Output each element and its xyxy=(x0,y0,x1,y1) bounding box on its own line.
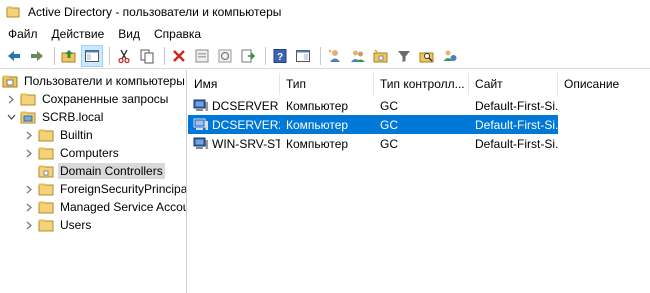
tree-item-label: Users xyxy=(60,218,92,232)
tree-item-foreign-security-principals[interactable]: ForeignSecurityPrincipals xyxy=(24,180,187,198)
tree-item-label: ForeignSecurityPrincipals xyxy=(60,182,187,196)
row-name: DCSERVER xyxy=(212,98,279,113)
column-header-type[interactable]: Тип xyxy=(280,73,374,95)
active-directory-icon xyxy=(6,5,20,19)
table-row[interactable]: DCSERVER Компьютер GC Default-First-Si..… xyxy=(188,96,558,115)
tree-item-label: Computers xyxy=(60,146,119,160)
window-title: Active Directory - пользователи и компью… xyxy=(28,5,282,19)
toolbar-separator xyxy=(265,46,266,65)
row-name: WIN-SRV-ST xyxy=(212,136,280,151)
filter-icon[interactable] xyxy=(394,46,414,66)
menu-file[interactable]: Файл xyxy=(0,27,45,41)
cell-type: Компьютер xyxy=(286,117,349,132)
tree-root-label: Пользователи и компьютеры А xyxy=(24,74,187,88)
chevron-right-icon[interactable] xyxy=(24,180,34,198)
cell-dc-type: GC xyxy=(380,136,398,151)
tree-item-domain-controllers[interactable]: Domain Controllers xyxy=(24,162,165,180)
cell-name: DCSERVER xyxy=(188,99,280,113)
find-icon[interactable] xyxy=(417,46,437,66)
chevron-down-icon[interactable] xyxy=(6,108,16,126)
export-icon[interactable] xyxy=(238,46,258,66)
tree-item-label: Domain Controllers xyxy=(58,163,165,179)
folder-icon xyxy=(38,146,54,160)
back-arrow-icon[interactable] xyxy=(4,46,24,66)
chevron-right-icon[interactable] xyxy=(24,144,34,162)
tree-item-label: Builtin xyxy=(60,128,93,142)
new-user-icon[interactable] xyxy=(325,46,345,66)
column-header-site[interactable]: Сайт xyxy=(469,73,558,95)
tree-item-builtin[interactable]: Builtin xyxy=(24,126,95,144)
cell-site: Default-First-Si... xyxy=(475,136,558,151)
copy-icon[interactable] xyxy=(137,46,157,66)
column-header-dc-type[interactable]: Тип контролл... xyxy=(374,73,469,95)
properties-icon[interactable] xyxy=(192,46,212,66)
console-tree[interactable]: Пользователи и компьютеры А Сохраненные … xyxy=(0,70,187,293)
folder-icon xyxy=(38,200,54,214)
tree-item-computers[interactable]: Computers xyxy=(24,144,121,162)
menu-view[interactable]: Вид xyxy=(111,27,147,41)
tree-item-users[interactable]: Users xyxy=(24,216,93,234)
folder-icon xyxy=(20,92,36,106)
chevron-right-icon[interactable] xyxy=(24,216,34,234)
cell-dc-type: GC xyxy=(380,117,398,132)
help-icon[interactable]: ? xyxy=(270,46,290,66)
cell-dc-type: GC xyxy=(380,98,398,113)
list-header: Имя Тип Тип контролл... Сайт Описание xyxy=(188,73,648,95)
title-bar: Active Directory - пользователи и компью… xyxy=(0,0,650,24)
new-ou-icon[interactable] xyxy=(371,46,391,66)
tree-item-label: SCRB.local xyxy=(42,110,104,124)
delegate-icon[interactable] xyxy=(440,46,460,66)
cut-icon[interactable] xyxy=(114,46,134,66)
cell-type: Компьютер xyxy=(286,98,349,113)
row-name: DCSERVER2 xyxy=(212,117,280,132)
refresh-icon[interactable] xyxy=(215,46,235,66)
tree-root[interactable]: Пользователи и компьютеры А xyxy=(2,72,187,90)
toolbar-separator xyxy=(109,46,110,65)
folder-icon xyxy=(38,128,54,142)
computer-icon xyxy=(193,118,209,132)
ou-folder-icon xyxy=(38,164,54,178)
cell-site: Default-First-Si... xyxy=(475,117,558,132)
snapin-icon xyxy=(2,74,18,88)
chevron-right-icon[interactable] xyxy=(24,198,34,216)
tree-item-saved-queries[interactable]: Сохраненные запросы xyxy=(6,90,170,108)
new-group-icon[interactable] xyxy=(348,46,368,66)
folder-up-icon[interactable] xyxy=(59,46,79,66)
chevron-right-icon[interactable] xyxy=(24,126,34,144)
menu-help[interactable]: Справка xyxy=(147,27,208,41)
folder-icon xyxy=(38,182,54,196)
table-row-selected[interactable]: DCSERVER2 Компьютер GC Default-First-Si.… xyxy=(188,115,558,134)
column-header-description[interactable]: Описание xyxy=(558,73,648,95)
cell-name: WIN-SRV-ST xyxy=(188,137,280,151)
toolbar-separator xyxy=(164,46,165,65)
domain-icon xyxy=(20,110,36,124)
tree-item-label: Managed Service Accour xyxy=(60,200,187,214)
table-row[interactable]: WIN-SRV-ST Компьютер GC Default-First-Si… xyxy=(188,134,558,153)
tree-item-managed-service-accounts[interactable]: Managed Service Accour xyxy=(24,198,187,216)
details-icon[interactable] xyxy=(293,46,313,66)
chevron-right-icon[interactable] xyxy=(6,90,16,108)
toolbar-separator xyxy=(54,46,55,65)
cell-type: Компьютер xyxy=(286,136,349,151)
cell-name: DCSERVER2 xyxy=(188,118,280,132)
tree-item-domain[interactable]: SCRB.local xyxy=(6,108,105,126)
folder-icon xyxy=(38,218,54,232)
list-rows: DCSERVER Компьютер GC Default-First-Si..… xyxy=(188,96,558,153)
details-list[interactable]: Имя Тип Тип контролл... Сайт Описание DC… xyxy=(188,70,650,293)
console-tree-icon[interactable] xyxy=(81,44,103,67)
menu-bar: Файл Действие Вид Справка xyxy=(0,24,650,43)
column-header-name[interactable]: Имя xyxy=(188,73,280,95)
toolbar: ? xyxy=(0,43,650,69)
forward-arrow-icon[interactable] xyxy=(27,46,47,66)
toolbar-separator xyxy=(320,46,321,65)
tree-item-label: Сохраненные запросы xyxy=(42,92,169,106)
computer-icon xyxy=(193,99,209,113)
computer-icon xyxy=(193,137,209,151)
delete-icon[interactable] xyxy=(169,46,189,66)
svg-text:?: ? xyxy=(277,52,283,63)
cell-site: Default-First-Si... xyxy=(475,98,558,113)
menu-action[interactable]: Действие xyxy=(45,27,112,41)
